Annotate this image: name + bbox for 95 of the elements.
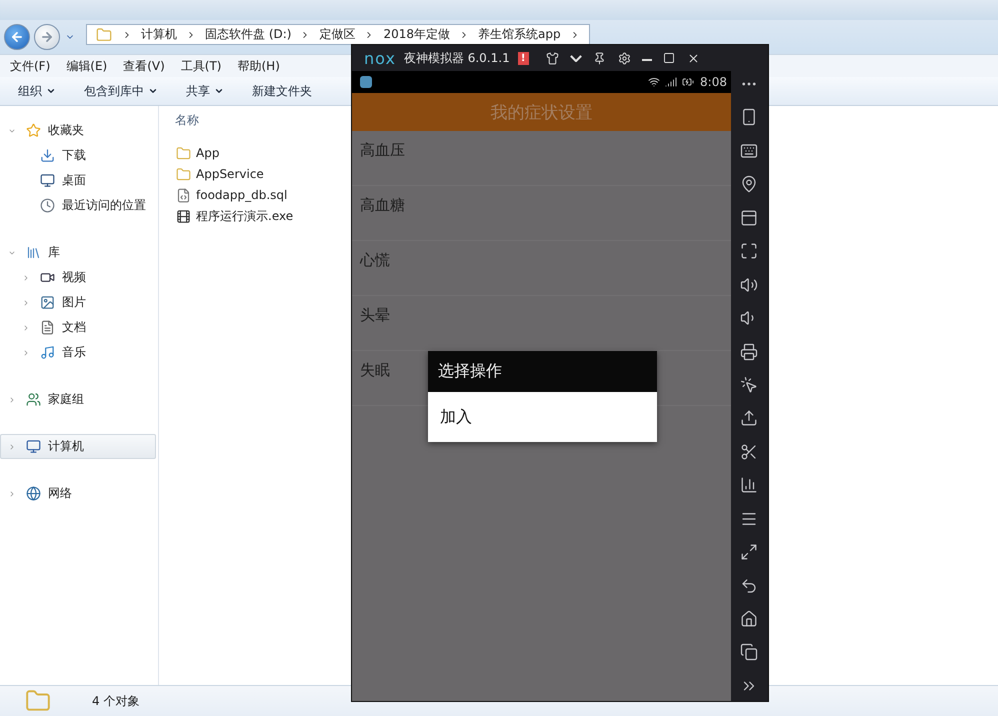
file-name[interactable]: foodapp_db.sql xyxy=(196,188,288,202)
dialog-title: 选择操作 xyxy=(438,361,502,382)
settings-icon xyxy=(616,50,632,66)
mouse-icon[interactable] xyxy=(740,376,758,394)
alert-badge[interactable]: ! xyxy=(518,52,529,64)
film-icon xyxy=(175,208,192,224)
toolbar-button[interactable]: 新建文件夹 xyxy=(242,80,322,102)
upload-icon[interactable] xyxy=(740,409,758,428)
caret-icon xyxy=(148,86,158,96)
image-icon xyxy=(39,294,56,311)
breadcrumb[interactable]: 计算机 xyxy=(141,26,177,43)
nav-item[interactable]: 库 xyxy=(0,240,156,265)
toolbar-button[interactable]: 组织 xyxy=(8,80,66,102)
windows-icon[interactable] xyxy=(740,643,758,662)
volume-up-icon[interactable] xyxy=(740,276,758,294)
nav-item[interactable]: 收藏夹 xyxy=(0,118,156,143)
nav-item[interactable]: 图片 xyxy=(0,290,156,315)
shirt-icon xyxy=(544,50,560,66)
menu-item[interactable]: 查看(V) xyxy=(123,58,165,74)
nav-item[interactable]: 桌面 xyxy=(0,168,156,193)
globe-icon xyxy=(25,485,42,502)
caret-icon xyxy=(46,86,56,96)
nav-label: 收藏夹 xyxy=(48,122,84,139)
file-name[interactable]: AppService xyxy=(196,167,264,181)
location-pin-icon[interactable] xyxy=(740,175,758,194)
nav-label: 网络 xyxy=(48,485,72,502)
download-icon xyxy=(39,147,56,164)
toolbar-button[interactable]: 共享 xyxy=(176,80,234,102)
document-icon xyxy=(39,319,56,336)
breadcrumb[interactable]: 养生馆系统app xyxy=(478,26,561,43)
nav-item[interactable]: 家庭组 xyxy=(0,387,156,412)
file-icon xyxy=(175,186,192,204)
nav-label: 最近访问的位置 xyxy=(62,197,146,214)
clock-icon xyxy=(39,197,56,214)
chevron-icon[interactable] xyxy=(570,54,582,62)
nav-label: 下载 xyxy=(62,147,86,164)
breadcrumb[interactable]: 定做区 xyxy=(319,26,356,43)
printer-icon[interactable] xyxy=(740,342,758,360)
computer-icon xyxy=(25,438,42,455)
file-name[interactable]: 程序运行演示.exe xyxy=(196,208,294,224)
menu-item[interactable]: 工具(T) xyxy=(180,58,222,74)
star-icon xyxy=(25,122,42,139)
nav-item[interactable]: 最近访问的位置 xyxy=(0,193,156,218)
folder-icon xyxy=(95,26,113,44)
nav-label: 计算机 xyxy=(48,438,84,455)
music-note-icon xyxy=(39,344,56,361)
users-icon xyxy=(25,391,42,408)
nav-item[interactable]: 下载 xyxy=(0,143,156,168)
keyboard-icon[interactable] xyxy=(740,142,758,160)
forward-button[interactable] xyxy=(34,24,60,50)
logo: nox xyxy=(364,48,396,68)
nav-label: 文档 xyxy=(62,319,86,336)
nav-label: 库 xyxy=(48,244,60,261)
arrow-right-icon xyxy=(40,30,54,44)
app-icon xyxy=(360,76,372,88)
file-name[interactable]: App xyxy=(196,146,220,160)
home-icon[interactable] xyxy=(740,610,758,628)
nav-label: 图片 xyxy=(62,294,86,311)
nav-item[interactable]: 计算机 xyxy=(0,434,156,459)
clock: 8:08 xyxy=(700,75,727,89)
scissors-icon[interactable] xyxy=(740,442,758,461)
folder-icon xyxy=(175,144,192,162)
nav-label: 家庭组 xyxy=(48,391,84,408)
fullscreen-icon[interactable] xyxy=(740,242,758,260)
maximize-icon xyxy=(662,50,676,66)
monitor-icon xyxy=(39,172,56,189)
nav-label: 桌面 xyxy=(62,172,86,189)
nav-item[interactable]: 网络 xyxy=(0,481,156,506)
toolbar-button[interactable]: 包含到库中 xyxy=(74,80,168,102)
status-text: 4 个对象 xyxy=(92,692,140,710)
nav-item[interactable]: 视频 xyxy=(0,265,156,290)
back-button[interactable] xyxy=(4,24,30,50)
nav-item[interactable]: 音乐 xyxy=(0,340,156,365)
nav-label: 音乐 xyxy=(62,344,86,361)
nav-label: 视频 xyxy=(62,269,86,286)
minimize-icon[interactable] xyxy=(642,59,652,61)
menu-item[interactable]: 帮助(H) xyxy=(238,58,280,74)
bar-chart-icon[interactable] xyxy=(740,476,758,494)
dialog-option[interactable]: 加入 xyxy=(428,392,657,442)
library-icon xyxy=(25,244,42,261)
back-icon[interactable] xyxy=(740,576,758,595)
screen-icon[interactable] xyxy=(740,208,758,227)
address-bar[interactable]: 计算机 固态软件盘 (D:) 定做区 2018年定做 养生馆系统app xyxy=(86,24,590,45)
column-header[interactable]: 名称 xyxy=(175,112,199,129)
caret-icon xyxy=(214,86,224,96)
folder-icon xyxy=(175,166,192,182)
app-title: 我的症状设置 xyxy=(490,102,592,124)
resize-icon[interactable] xyxy=(740,543,758,562)
window-title: 夜神模拟器 6.0.1.1 xyxy=(404,50,510,66)
nav-item[interactable]: 文档 xyxy=(0,315,156,340)
breadcrumb[interactable]: 固态软件盘 (D:) xyxy=(205,26,292,43)
menu-item[interactable]: 文件(F) xyxy=(10,58,50,74)
phone-icon[interactable] xyxy=(740,108,758,126)
menu-item[interactable]: 编辑(E) xyxy=(66,58,108,74)
breadcrumb[interactable]: 2018年定做 xyxy=(383,26,450,43)
